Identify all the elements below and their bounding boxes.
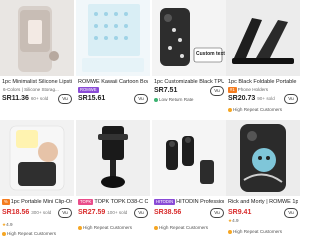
add-to-cart-button[interactable]: Vu [284,94,298,104]
product-image[interactable] [76,0,150,76]
product-price: SR20.73 90+ sold [228,95,275,102]
product-title: 1pc Customizable Black TPU Pho... [154,79,224,85]
add-to-cart-button[interactable]: Vu [284,208,298,218]
product-image[interactable] [226,120,300,196]
custom-text-label: Custom text [196,51,225,57]
sale-badge: % [2,199,10,205]
product-title: % 1pc Portable Mini Clip-On Fill L... [2,199,72,205]
product-card[interactable]: Rick and Morty | ROMWE 1pc... SR9.41 Vu … [226,120,300,240]
product-image[interactable] [226,0,300,76]
status-dot [78,225,82,230]
status-dot [2,231,6,236]
product-price: SR18.56 300+ sold [2,209,52,216]
product-price: SR27.59 100+ sold [78,209,128,216]
status-dot [228,107,232,112]
product-price: SR15.61 [78,95,106,102]
product-title: 1pc Black Foldable Portable Phon... [228,79,298,85]
product-grid: 1pc Minimalist Silicone Lipstick Hold...… [0,0,300,240]
brand-badge: TOPK [78,199,94,205]
product-price: SR11.36 60+ sold [2,95,49,102]
add-to-cart-button[interactable]: Vu [210,208,224,218]
product-card[interactable]: % 1pc Portable Mini Clip-On Fill L... SR… [0,120,74,240]
add-to-cart-button[interactable]: Vu [134,94,148,104]
product-tag: #1 Phone Holders [228,87,269,93]
product-image[interactable]: Custom text [152,0,226,76]
add-to-cart-button[interactable]: Vu [58,208,72,218]
product-price: SR7.51 [154,87,178,94]
product-title: HITODIN HITODIN Professional Wirel... [154,199,224,205]
product-price: SR9.41 [228,209,252,216]
product-card[interactable]: HITODIN HITODIN Professional Wirel... SR… [152,120,226,240]
repeat-customers-note: High Repeat Customers [228,106,298,113]
brand-badge-row: ROMWE [78,86,150,94]
add-to-cart-button[interactable]: Vu [210,86,224,96]
product-image[interactable] [152,120,226,196]
status-dot [154,225,158,230]
product-card[interactable]: 1pc Minimalist Silicone Lipstick Hold...… [0,0,74,120]
product-card[interactable]: Custom text 1pc Customizable Black TPU P… [152,0,226,120]
repeat-customers-note: High Repeat Customers [78,224,148,231]
product-title: 1pc Minimalist Silicone Lipstick Hold... [2,79,72,85]
product-image[interactable] [76,120,150,196]
category-badge: #1 [228,87,237,93]
product-card[interactable]: TOPK TOPK TOPK D38-C Car Pho... SR27.591… [76,120,150,240]
brand-badge: ROMWE [78,86,99,93]
repeat-customers-note: High Repeat Customers [154,224,224,231]
brand-badge: HITODIN [154,199,176,205]
product-image[interactable] [0,120,74,196]
return-rate-note: Low Return Rate [154,96,224,103]
repeat-customers-note: High Repeat Customers [228,228,298,235]
status-dot [228,229,232,234]
status-dot [154,97,158,102]
add-to-cart-button[interactable]: Vu [58,94,72,104]
add-to-cart-button[interactable]: Vu [134,208,148,218]
sold-count: 60+ sold [30,96,49,101]
product-title: TOPK TOPK TOPK D38-C Car Pho... [78,199,148,205]
product-tag: 6-Colors | Silicone Storag... [3,87,59,92]
rating: ★4.9 [2,222,13,227]
product-card[interactable]: 1pc Black Foldable Portable Phon... #1Ph… [226,0,300,120]
repeat-customers-note: High Repeat Customers [2,230,72,237]
product-title: Rick and Morty | ROMWE 1pc... [228,199,298,205]
product-price: SR38.56 [154,209,182,216]
rating: ★4.9 [228,218,239,223]
product-card[interactable]: ROMWE Kawaii Cartoon Bow Anti... ROMWE S… [76,0,150,120]
product-title: ROMWE Kawaii Cartoon Bow Anti... [78,79,148,85]
product-image[interactable] [0,0,74,76]
